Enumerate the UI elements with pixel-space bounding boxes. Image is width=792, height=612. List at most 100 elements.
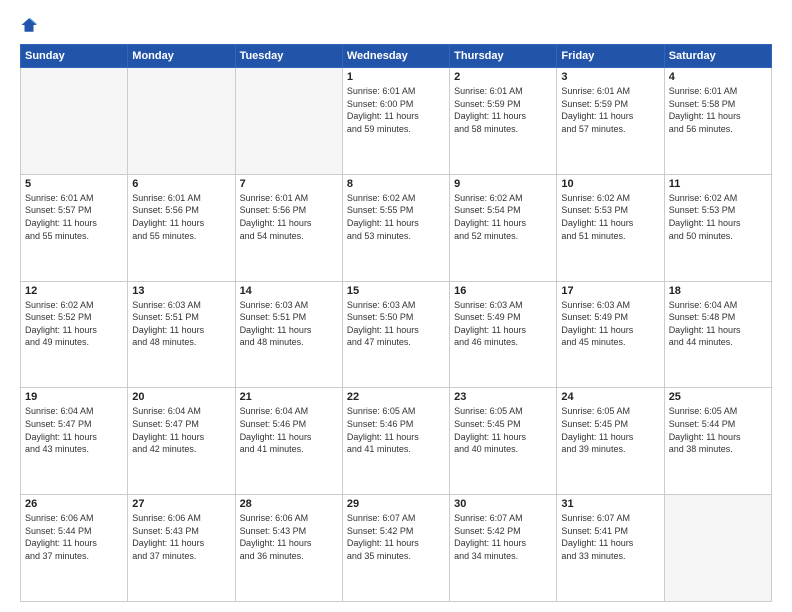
day-info: Sunrise: 6:06 AMSunset: 5:43 PMDaylight:… <box>132 512 230 562</box>
day-info: Sunrise: 6:06 AMSunset: 5:44 PMDaylight:… <box>25 512 123 562</box>
day-number: 4 <box>669 71 767 83</box>
header <box>20 16 772 34</box>
day-cell: 8Sunrise: 6:02 AMSunset: 5:55 PMDaylight… <box>342 174 449 281</box>
day-cell: 12 Sunrise: 6:02 AMSunset: 5:52 PMDayligh… <box>21 281 128 388</box>
day-number: 5 <box>25 178 123 190</box>
day-info: Sunrise: 6:07 AMSunset: 5:42 PMDaylight:… <box>347 512 445 562</box>
weekday-sunday: Sunday <box>21 45 128 68</box>
day-info: Sunrise: 6:04 AMSunset: 5:47 PMDaylight:… <box>25 405 123 455</box>
day-number: 11 <box>669 178 767 190</box>
day-info: Sunrise: 6:07 AMSunset: 5:41 PMDaylight:… <box>561 512 659 562</box>
day-cell <box>235 68 342 175</box>
day-info: Sunrise: 6:02 AMSunset: 5:52 PMDaylight:… <box>25 299 123 349</box>
week-row-4: 26 Sunrise: 6:06 AMSunset: 5:44 PMDayligh… <box>21 495 772 602</box>
day-info: Sunrise: 6:04 AMSunset: 5:46 PMDaylight:… <box>240 405 338 455</box>
day-info: Sunrise: 6:02 AMSunset: 5:54 PMDaylight:… <box>454 192 552 242</box>
day-number: 10 <box>561 178 659 190</box>
day-info: Sunrise: 6:02 AMSunset: 5:53 PMDaylight:… <box>561 192 659 242</box>
day-number: 26 <box>25 498 123 510</box>
day-number: 27 <box>132 498 230 510</box>
logo-icon <box>20 16 38 34</box>
day-info: Sunrise: 6:03 AMSunset: 5:49 PMDaylight:… <box>561 299 659 349</box>
day-number: 24 <box>561 391 659 403</box>
day-info: Sunrise: 6:04 AMSunset: 5:47 PMDaylight:… <box>132 405 230 455</box>
day-info: Sunrise: 6:05 AMSunset: 5:46 PMDaylight:… <box>347 405 445 455</box>
day-cell: 7Sunrise: 6:01 AMSunset: 5:56 PMDaylight… <box>235 174 342 281</box>
weekday-monday: Monday <box>128 45 235 68</box>
day-info: Sunrise: 6:01 AMSunset: 5:59 PMDaylight:… <box>561 85 659 135</box>
day-info: Sunrise: 6:03 AMSunset: 5:49 PMDaylight:… <box>454 299 552 349</box>
day-number: 20 <box>132 391 230 403</box>
weekday-tuesday: Tuesday <box>235 45 342 68</box>
day-cell: 11 Sunrise: 6:02 AMSunset: 5:53 PMDayligh… <box>664 174 771 281</box>
week-row-0: 1 Sunrise: 6:01 AMSunset: 6:00 PMDaylight… <box>21 68 772 175</box>
day-number: 23 <box>454 391 552 403</box>
day-number: 22 <box>347 391 445 403</box>
day-cell: 23 Sunrise: 6:05 AMSunset: 5:45 PMDayligh… <box>450 388 557 495</box>
day-cell: 24Sunrise: 6:05 AMSunset: 5:45 PMDayligh… <box>557 388 664 495</box>
day-info: Sunrise: 6:03 AMSunset: 5:51 PMDaylight:… <box>132 299 230 349</box>
day-info: Sunrise: 6:01 AMSunset: 6:00 PMDaylight:… <box>347 85 445 135</box>
day-cell: 20 Sunrise: 6:04 AMSunset: 5:47 PMDayligh… <box>128 388 235 495</box>
weekday-saturday: Saturday <box>664 45 771 68</box>
weekday-thursday: Thursday <box>450 45 557 68</box>
day-number: 7 <box>240 178 338 190</box>
day-cell: 27 Sunrise: 6:06 AMSunset: 5:43 PMDayligh… <box>128 495 235 602</box>
calendar-body: 1 Sunrise: 6:01 AMSunset: 6:00 PMDaylight… <box>21 68 772 602</box>
logo <box>20 16 42 34</box>
day-number: 2 <box>454 71 552 83</box>
day-number: 6 <box>132 178 230 190</box>
day-cell <box>21 68 128 175</box>
calendar-table: SundayMondayTuesdayWednesdayThursdayFrid… <box>20 44 772 602</box>
day-info: Sunrise: 6:01 AMSunset: 5:56 PMDaylight:… <box>132 192 230 242</box>
day-cell: 3 Sunrise: 6:01 AMSunset: 5:59 PMDaylight… <box>557 68 664 175</box>
day-number: 31 <box>561 498 659 510</box>
day-cell: 5 Sunrise: 6:01 AMSunset: 5:57 PMDaylight… <box>21 174 128 281</box>
day-cell: 22 Sunrise: 6:05 AMSunset: 5:46 PMDayligh… <box>342 388 449 495</box>
day-cell: 10 Sunrise: 6:02 AMSunset: 5:53 PMDayligh… <box>557 174 664 281</box>
day-info: Sunrise: 6:01 AMSunset: 5:59 PMDaylight:… <box>454 85 552 135</box>
day-info: Sunrise: 6:03 AMSunset: 5:51 PMDaylight:… <box>240 299 338 349</box>
day-number: 13 <box>132 285 230 297</box>
day-number: 12 <box>25 285 123 297</box>
day-info: Sunrise: 6:01 AMSunset: 5:58 PMDaylight:… <box>669 85 767 135</box>
day-number: 14 <box>240 285 338 297</box>
day-info: Sunrise: 6:05 AMSunset: 5:44 PMDaylight:… <box>669 405 767 455</box>
day-info: Sunrise: 6:02 AMSunset: 5:53 PMDaylight:… <box>669 192 767 242</box>
day-info: Sunrise: 6:06 AMSunset: 5:43 PMDaylight:… <box>240 512 338 562</box>
day-number: 30 <box>454 498 552 510</box>
day-cell: 6 Sunrise: 6:01 AMSunset: 5:56 PMDaylight… <box>128 174 235 281</box>
day-cell: 17 Sunrise: 6:03 AMSunset: 5:49 PMDayligh… <box>557 281 664 388</box>
day-number: 3 <box>561 71 659 83</box>
week-row-2: 12 Sunrise: 6:02 AMSunset: 5:52 PMDayligh… <box>21 281 772 388</box>
day-number: 29 <box>347 498 445 510</box>
day-cell: 1 Sunrise: 6:01 AMSunset: 6:00 PMDaylight… <box>342 68 449 175</box>
day-info: Sunrise: 6:04 AMSunset: 5:48 PMDaylight:… <box>669 299 767 349</box>
day-number: 15 <box>347 285 445 297</box>
day-cell: 21 Sunrise: 6:04 AMSunset: 5:46 PMDayligh… <box>235 388 342 495</box>
day-info: Sunrise: 6:07 AMSunset: 5:42 PMDaylight:… <box>454 512 552 562</box>
day-cell: 4 Sunrise: 6:01 AMSunset: 5:58 PMDaylight… <box>664 68 771 175</box>
day-number: 17 <box>561 285 659 297</box>
day-info: Sunrise: 6:05 AMSunset: 5:45 PMDaylight:… <box>454 405 552 455</box>
day-cell: 9 Sunrise: 6:02 AMSunset: 5:54 PMDaylight… <box>450 174 557 281</box>
day-number: 8 <box>347 178 445 190</box>
day-info: Sunrise: 6:01 AMSunset: 5:57 PMDaylight:… <box>25 192 123 242</box>
day-number: 9 <box>454 178 552 190</box>
weekday-header-row: SundayMondayTuesdayWednesdayThursdayFrid… <box>21 45 772 68</box>
week-row-3: 19Sunrise: 6:04 AMSunset: 5:47 PMDayligh… <box>21 388 772 495</box>
day-number: 28 <box>240 498 338 510</box>
day-number: 16 <box>454 285 552 297</box>
day-number: 1 <box>347 71 445 83</box>
page: SundayMondayTuesdayWednesdayThursdayFrid… <box>0 0 792 612</box>
day-cell: 30 Sunrise: 6:07 AMSunset: 5:42 PMDayligh… <box>450 495 557 602</box>
day-cell: 14 Sunrise: 6:03 AMSunset: 5:51 PMDayligh… <box>235 281 342 388</box>
day-number: 25 <box>669 391 767 403</box>
weekday-friday: Friday <box>557 45 664 68</box>
day-cell: 16 Sunrise: 6:03 AMSunset: 5:49 PMDayligh… <box>450 281 557 388</box>
day-cell: 19Sunrise: 6:04 AMSunset: 5:47 PMDayligh… <box>21 388 128 495</box>
day-cell: 2 Sunrise: 6:01 AMSunset: 5:59 PMDaylight… <box>450 68 557 175</box>
day-number: 21 <box>240 391 338 403</box>
day-cell: 13 Sunrise: 6:03 AMSunset: 5:51 PMDayligh… <box>128 281 235 388</box>
day-cell: 25 Sunrise: 6:05 AMSunset: 5:44 PMDayligh… <box>664 388 771 495</box>
